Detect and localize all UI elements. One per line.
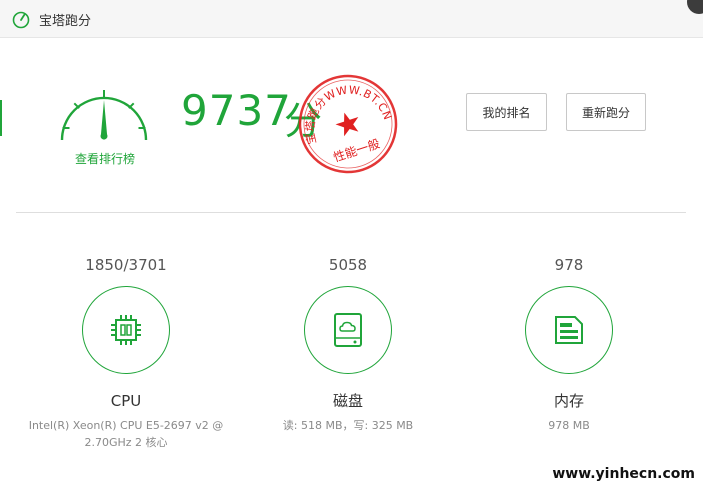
metric-name: 磁盘 [332,392,363,410]
metric-description-line: Intel(R) Xeon(R) CPU E5-2697 v2 @ [28,419,224,432]
left-edge-accent [0,100,2,136]
gauge-icon [60,90,148,141]
metric-name: 内存 [553,392,584,410]
metric-description-line: 978 MB [548,419,590,432]
metric-cpu: 1850/3701 CPU Intel(R) Xeon(R) CPU E5-26… [26,254,226,451]
star-icon [335,112,359,137]
metric-circle [525,286,613,374]
metric-memory: 978 内存 978 MB [469,254,669,434]
metric-disk: 5058 磁盘 读: 518 MB，写: 325 MB [248,254,448,434]
disk-cloud-icon [334,313,362,347]
watermark: www.yinhecn.com [552,466,695,482]
metric-description: 读: 518 MB，写: 325 MB [248,417,448,434]
metric-circle [304,286,392,374]
metric-description-line: 读: 518 MB，写: 325 MB [282,419,414,432]
metric-description-line: 2.70GHz 2 核心 [84,436,168,449]
metric-description: Intel(R) Xeon(R) CPU E5-2697 v2 @ 2.70GH… [26,417,226,451]
metric-value: 5058 [328,256,368,274]
score-value: 9737 [181,86,292,135]
metric-name: CPU [110,392,142,410]
metric-description: 978 MB [469,417,669,434]
stamp-text-bottom: 性能一般 [331,136,381,165]
speedometer-icon [12,11,30,29]
my-rank-button[interactable]: 我的排名 [466,93,547,131]
stamp-text-top: 宝塔跑分WWW.BT.CN [296,72,395,147]
window-title: 宝塔跑分 [39,14,92,29]
close-button[interactable] [687,0,703,14]
rerun-benchmark-button[interactable]: 重新跑分 [566,93,646,131]
performance-stamp: 宝塔跑分WWW.BT.CN 性能一般 [296,72,398,174]
view-leaderboard-link[interactable]: 查看排行榜 [54,150,156,167]
divider [16,212,686,213]
cpu-chip-icon [111,315,141,345]
metric-value: 1850/3701 [85,256,167,274]
memory-module-icon [555,316,583,344]
metric-value: 978 [554,256,584,274]
metric-circle [82,286,170,374]
svg-text:宝塔跑分WWW.BT.CN: 宝塔跑分WWW.BT.CN [296,72,395,147]
title-bar[interactable]: 宝塔跑分 [0,0,703,38]
